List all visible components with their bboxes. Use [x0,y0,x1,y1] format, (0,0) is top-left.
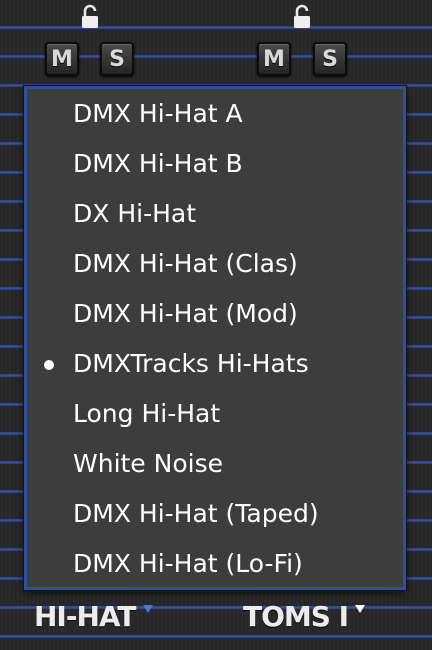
selected-bullet-icon [44,360,54,370]
menu-item-label: DMX Hi-Hat B [73,149,243,178]
menu-item[interactable]: DMX Hi-Hat (Mod) [27,289,403,339]
menu-item-label: DX Hi-Hat [73,199,197,228]
menu-item[interactable]: DMX Hi-Hat (Lo-Fi) [27,539,403,589]
menu-item[interactable]: DMX Hi-Hat (Taped) [27,489,403,539]
menu-item[interactable]: DMX Hi-Hat (Clas) [27,239,403,289]
mute-button-toms[interactable]: M [257,42,291,76]
solo-button-toms[interactable]: S [313,42,347,76]
dropdown-arrow-icon [142,605,153,613]
dropdown-arrow-icon [355,605,366,613]
menu-item[interactable]: DMX Hi-Hat A [27,89,403,139]
menu-item-label: DMXTracks Hi-Hats [73,349,309,378]
channel-selector-hihat[interactable]: HI-HAT [34,596,156,636]
channel-name: HI-HAT [34,599,137,633]
menu-item[interactable]: DX Hi-Hat [27,189,403,239]
menu-item-label: DMX Hi-Hat A [73,99,243,128]
channel-name: TOMS I [243,599,349,633]
padlock-open-icon[interactable] [292,4,312,30]
menu-item[interactable]: White Noise [27,439,403,489]
menu-item[interactable]: DMX Hi-Hat B [27,139,403,189]
menu-item-label: DMX Hi-Hat (Mod) [73,299,298,328]
menu-item[interactable]: DMXTracks Hi-Hats [27,339,403,389]
menu-item-label: DMX Hi-Hat (Lo-Fi) [73,549,303,578]
menu-item-label: DMX Hi-Hat (Taped) [73,499,319,528]
mute-button-hihat[interactable]: M [45,42,79,76]
sample-dropdown-menu: DMX Hi-Hat A DMX Hi-Hat B DX Hi-Hat DMX Hi-… [24,86,406,590]
padlock-open-icon[interactable] [80,4,100,30]
channel-selector-toms[interactable]: TOMS I [243,596,368,636]
menu-item-label: White Noise [73,449,223,478]
menu-item-label: Long Hi-Hat [73,399,221,428]
menu-item-label: DMX Hi-Hat (Clas) [73,249,298,278]
solo-button-hihat[interactable]: S [100,42,134,76]
menu-item[interactable]: Long Hi-Hat [27,389,403,439]
drum-machine-panel: M S M S DMX Hi-Hat A DMX Hi-Hat B DX Hi-Ha… [0,0,432,650]
